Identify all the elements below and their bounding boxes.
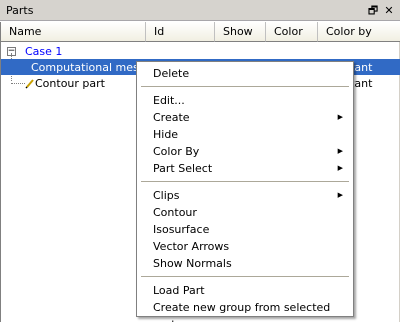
menu-item-label: Create <box>153 111 190 124</box>
submenu-arrow-icon: ▶ <box>337 113 343 121</box>
menu-item-create-group[interactable]: Create new group from selected parts <box>137 299 353 322</box>
menu-item-label: Color By <box>153 145 200 158</box>
menu-item-edit[interactable]: Edit... <box>137 92 353 109</box>
menu-item-clips[interactable]: Clips ▶ <box>137 187 353 204</box>
menu-item-show-normals[interactable]: Show Normals <box>137 255 353 272</box>
menu-separator <box>141 86 349 87</box>
menu-item-contour[interactable]: Contour <box>137 204 353 221</box>
menu-item-label: Delete <box>153 67 190 80</box>
panel-title: Parts <box>6 3 34 17</box>
menu-item-create[interactable]: Create ▶ <box>137 109 353 126</box>
submenu-arrow-icon: ▶ <box>337 147 343 155</box>
submenu-arrow-icon: ▶ <box>337 191 343 199</box>
column-header-id[interactable]: Id <box>146 22 215 42</box>
menu-item-label: Contour <box>153 206 197 219</box>
menu-item-part-select[interactable]: Part Select ▶ <box>137 160 353 177</box>
column-header-color-by[interactable]: Color by <box>318 22 400 42</box>
menu-item-color-by[interactable]: Color By ▶ <box>137 143 353 160</box>
close-icon[interactable]: ✕ <box>382 3 396 17</box>
menu-item-label: Isosurface <box>153 223 210 236</box>
column-header-name[interactable]: Name <box>1 22 146 42</box>
menu-item-label: Load Part <box>153 284 205 297</box>
contour-part-icon <box>25 79 34 89</box>
menu-item-label: Part Select <box>153 162 213 175</box>
column-header-color[interactable]: Color <box>266 22 318 42</box>
menu-item-label: Clips <box>153 189 180 202</box>
menu-item-load-part[interactable]: Load Part <box>137 282 353 299</box>
tree-row-case[interactable]: − Case 1 <box>1 43 400 59</box>
part-name: Computational mesh <box>31 60 146 74</box>
menu-item-isosurface[interactable]: Isosurface <box>137 221 353 238</box>
menu-item-label: Show Normals <box>153 257 232 270</box>
menu-separator <box>141 276 349 277</box>
menu-item-delete[interactable]: Delete <box>137 65 353 82</box>
menu-item-label: Vector Arrows <box>153 240 230 253</box>
context-menu: Delete Edit... Create ▶ Hide Color By ▶ Pa… <box>136 61 354 322</box>
column-header-row: Name Id Show Color Color by <box>1 22 400 42</box>
case-label: Case 1 <box>25 44 63 58</box>
menu-item-label: Edit... <box>153 94 185 107</box>
part-name: Contour part <box>35 76 105 90</box>
restore-icon[interactable]: 🗗 <box>366 3 380 17</box>
menu-item-label: Hide <box>153 128 179 141</box>
menu-item-vector-arrows[interactable]: Vector Arrows <box>137 238 353 255</box>
menu-item-hide[interactable]: Hide <box>137 126 353 143</box>
panel-controls: 🗗 ✕ <box>366 3 396 17</box>
column-header-show[interactable]: Show <box>215 22 266 42</box>
submenu-arrow-icon: ▶ <box>337 164 343 172</box>
menu-separator <box>141 181 349 182</box>
parts-panel-titlebar: Parts 🗗 ✕ <box>0 0 400 21</box>
